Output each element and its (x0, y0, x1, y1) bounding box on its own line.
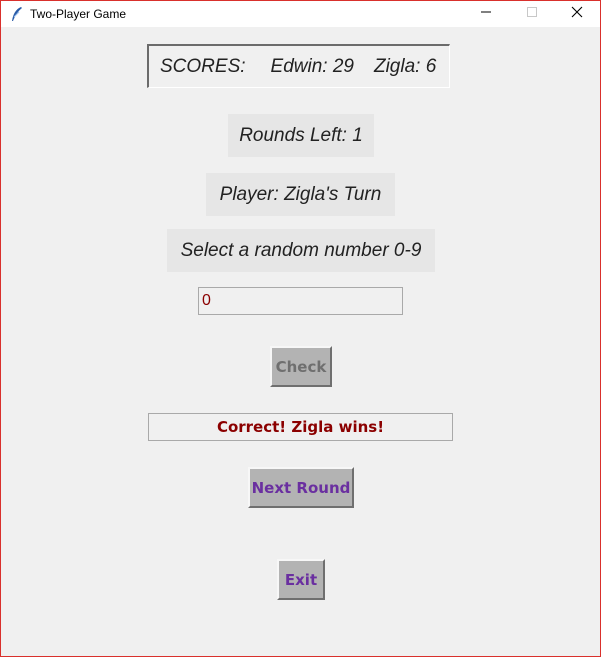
maximize-button[interactable] (509, 1, 555, 27)
next-round-button[interactable]: Next Round (248, 467, 354, 508)
instruction-label: Select a random number 0-9 (167, 229, 435, 272)
player2-score: Zigla: 6 (373, 55, 437, 77)
rounds-left-label: Rounds Left: 1 (228, 114, 374, 157)
feather-icon (10, 6, 24, 22)
guess-input[interactable] (198, 287, 403, 315)
app-window: Two-Player Game SCORES: Edwin: 29 Zigla:… (0, 0, 601, 657)
minimize-button[interactable] (463, 1, 509, 27)
current-player-label: Player: Zigla's Turn (206, 173, 395, 216)
player1-score: Edwin: 29 (270, 55, 354, 77)
result-message: Correct! Zigla wins! (148, 413, 453, 441)
window-title: Two-Player Game (30, 7, 127, 21)
scores-panel: SCORES: Edwin: 29 Zigla: 6 (147, 44, 450, 88)
close-button[interactable] (554, 1, 600, 27)
scores-label: SCORES: (160, 55, 246, 77)
minimize-icon (480, 5, 492, 23)
check-button[interactable]: Check (270, 346, 332, 387)
exit-button[interactable]: Exit (277, 559, 325, 600)
title-bar[interactable]: Two-Player Game (1, 1, 600, 27)
close-icon (571, 5, 583, 23)
maximize-icon (526, 5, 538, 23)
